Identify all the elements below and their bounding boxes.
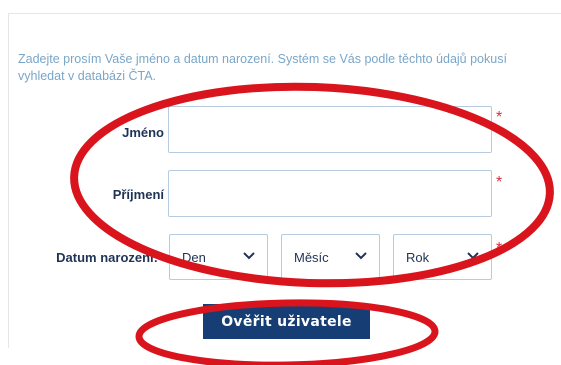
month-select[interactable]: Měsíc <box>281 234 380 280</box>
chevron-down-icon <box>467 252 479 260</box>
last-name-label: Příjmení <box>112 187 164 202</box>
month-select-value: Měsíc <box>294 250 329 265</box>
day-select-value: Den <box>182 250 206 265</box>
required-marker: * <box>496 109 503 126</box>
intro-text: Zadejte prosím Vaše jméno a datum naroze… <box>18 52 507 83</box>
year-select-value: Rok <box>406 250 430 265</box>
page: Zadejte prosím Vaše jméno a datum naroze… <box>0 0 561 365</box>
year-select[interactable]: Rok <box>393 234 492 280</box>
birth-date-label: Datum narození: <box>56 250 158 265</box>
day-select[interactable]: Den <box>169 234 268 280</box>
verify-user-button[interactable]: Ověřit uživatele <box>203 304 370 339</box>
required-marker: * <box>496 174 503 191</box>
first-name-label: Jméno <box>122 125 164 140</box>
chevron-down-icon <box>355 252 367 260</box>
last-name-input[interactable] <box>168 170 492 217</box>
required-marker: * <box>496 240 503 257</box>
chevron-down-icon <box>243 252 255 260</box>
first-name-input[interactable] <box>168 106 492 153</box>
